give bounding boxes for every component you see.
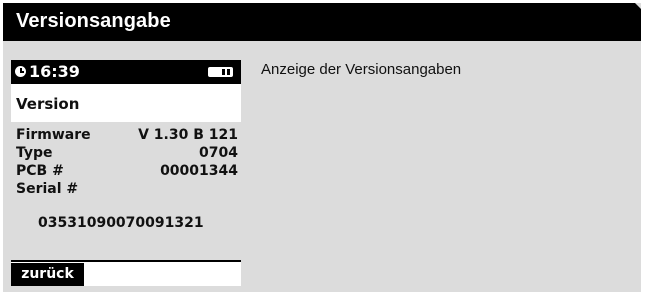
- section-title: Versionsangabe: [16, 10, 171, 32]
- back-button[interactable]: zurück: [11, 263, 84, 286]
- pcb-row: PCB # 00001344: [16, 162, 238, 180]
- firmware-value: V 1.30 B 121: [138, 127, 238, 143]
- type-label: Type: [16, 145, 53, 161]
- screen-title: Version: [16, 95, 80, 113]
- status-time: 16:39: [29, 62, 80, 81]
- firmware-row: Firmware V 1.30 B 121: [16, 126, 238, 144]
- content-panel: Versionsangabe 16:39 Version Firmware V …: [3, 3, 641, 292]
- type-row: Type 0704: [16, 144, 238, 162]
- device-screen: 16:39 Version Firmware V 1.30 B 121 Type…: [11, 60, 241, 286]
- softkey-bar: zurück: [11, 260, 241, 286]
- firmware-label: Firmware: [16, 127, 91, 143]
- serial-value: 03531090070091321: [38, 215, 204, 231]
- pcb-label: PCB #: [16, 163, 64, 179]
- clock-icon: [15, 66, 26, 77]
- screen-title-bar: Version: [11, 84, 241, 122]
- battery-icon: [208, 67, 233, 77]
- type-value: 0704: [199, 145, 238, 161]
- status-bar: 16:39: [11, 60, 241, 84]
- serial-label: Serial #: [16, 181, 79, 197]
- description-text: Anzeige der Versionsangaben: [261, 61, 462, 78]
- pcb-value: 00001344: [160, 163, 238, 179]
- section-header: Versionsangabe: [3, 3, 641, 41]
- serial-row: Serial #: [16, 180, 238, 198]
